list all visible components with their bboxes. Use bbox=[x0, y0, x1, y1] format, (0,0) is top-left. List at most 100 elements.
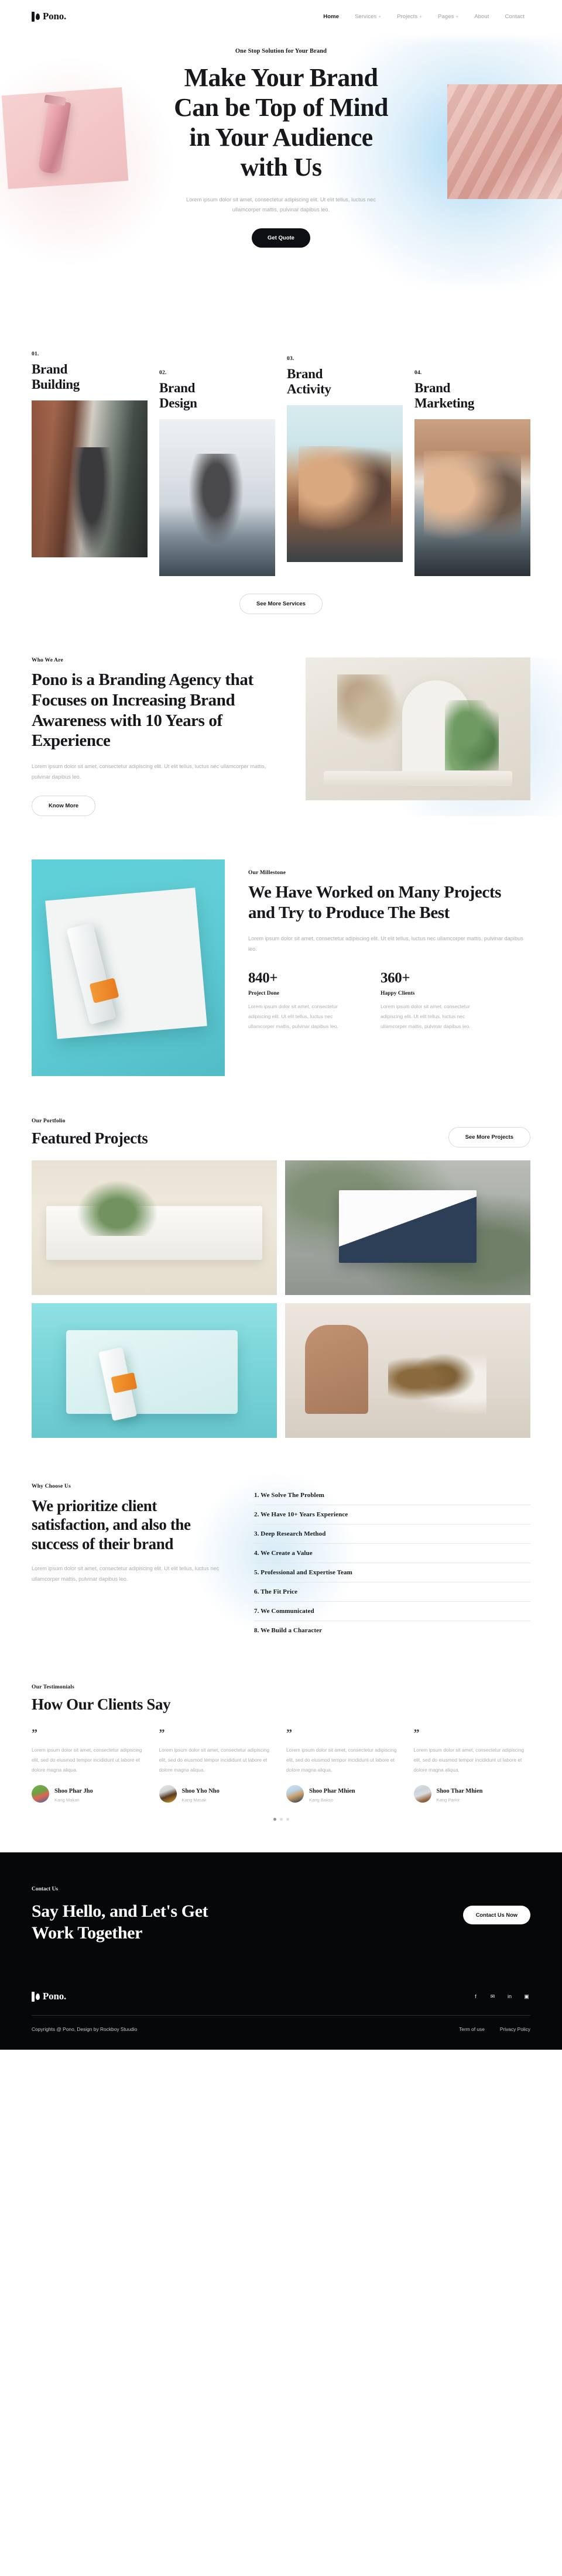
chevron-down-icon: + bbox=[455, 13, 459, 19]
stat-label: Project Done bbox=[248, 990, 279, 996]
testimonial-role: Kang Parkir bbox=[436, 1797, 460, 1803]
why-list-item-2[interactable]: 2. We Have 10+ Years Experience bbox=[254, 1505, 530, 1525]
contact-us-now-button[interactable]: Contact Us Now bbox=[462, 1905, 530, 1924]
service-card-brand-design[interactable]: 02. Brand Design bbox=[159, 351, 275, 576]
main-navigation: Home Services + Projects + Pages + About Co… bbox=[323, 13, 525, 20]
service-title: Brand Activity bbox=[287, 366, 403, 397]
brand-logo[interactable]: Pono. bbox=[32, 11, 66, 22]
portfolio-item-4[interactable] bbox=[285, 1303, 530, 1438]
term-of-use-link[interactable]: Term of use bbox=[459, 2026, 485, 2032]
service-title-line-1: Brand bbox=[32, 362, 68, 376]
service-title-line-2: Building bbox=[32, 376, 80, 392]
quote-icon: ” bbox=[286, 1727, 292, 1741]
testimonials-title: How Our Clients Say bbox=[32, 1695, 171, 1714]
about-label: Who We Are bbox=[32, 657, 63, 663]
testimonial-role: Kang Masak bbox=[181, 1797, 207, 1803]
testimonial-person: Shoo Thar Mhien Kang Parkir bbox=[413, 1784, 529, 1803]
stat-value: 840+ bbox=[248, 970, 278, 986]
portfolio-item-2[interactable] bbox=[285, 1160, 530, 1296]
why-list-item-7[interactable]: 7. We Communicated bbox=[254, 1602, 530, 1622]
avatar bbox=[159, 1784, 177, 1803]
nav-label: Contact bbox=[505, 13, 525, 20]
why-list-item-3[interactable]: 3. Deep Research Method bbox=[254, 1525, 530, 1544]
testimonial-role: Kang Makan bbox=[54, 1797, 80, 1803]
get-quote-button[interactable]: Get Quote bbox=[252, 228, 310, 248]
privacy-policy-link[interactable]: Privacy Policy bbox=[500, 2026, 530, 2032]
milestone-body: Lorem ipsum dolor sit amet, consectetur … bbox=[248, 935, 523, 952]
why-list-item-4[interactable]: 4. We Create a Value bbox=[254, 1544, 530, 1564]
see-more-services-button[interactable]: See More Services bbox=[239, 593, 323, 614]
know-more-button[interactable]: Know More bbox=[32, 796, 96, 817]
portfolio-grid bbox=[32, 1160, 530, 1438]
nav-label: Projects bbox=[397, 13, 418, 20]
service-card-brand-building[interactable]: 01. Brand Building bbox=[32, 351, 148, 557]
why-text-column: Why Choose Us We prioritize client satis… bbox=[32, 1484, 231, 1585]
chevron-down-icon: + bbox=[378, 13, 382, 19]
see-more-projects-button[interactable]: See More Projects bbox=[448, 1127, 530, 1148]
stat-body: Lorem ipsum dolor sit amet, consectetur … bbox=[381, 1003, 471, 1029]
why-list-item-1[interactable]: 1. We Solve The Problem bbox=[254, 1486, 530, 1506]
service-number: 01. bbox=[32, 351, 39, 357]
service-title-line-2: Activity bbox=[287, 381, 331, 396]
nav-item-services[interactable]: Services + bbox=[355, 13, 381, 20]
nav-item-about[interactable]: About bbox=[474, 13, 489, 20]
facebook-icon[interactable]: f bbox=[472, 1993, 479, 2000]
linkedin-icon[interactable]: in bbox=[506, 1993, 513, 2000]
service-title: Brand Building bbox=[32, 362, 148, 392]
stat-happy-clients: 360+ Happy Clients Lorem ipsum dolor sit… bbox=[381, 970, 489, 1032]
chevron-down-icon: + bbox=[419, 13, 422, 19]
quote-icon: ” bbox=[159, 1727, 165, 1741]
carousel-dot-2[interactable] bbox=[279, 1817, 283, 1821]
about-title: Pono is a Branding Agency that Focuses o… bbox=[32, 670, 253, 751]
carousel-dot-3[interactable] bbox=[286, 1817, 289, 1821]
nav-label: Home bbox=[323, 13, 340, 20]
why-list-item-8[interactable]: 8. We Build a Character bbox=[254, 1621, 530, 1640]
nav-label: About bbox=[474, 13, 489, 20]
milestone-image-sunscreen bbox=[32, 859, 225, 1077]
milestone-text-column: Our Millestone We Have Worked on Many Pr… bbox=[248, 859, 530, 1032]
quote-icon: ” bbox=[413, 1727, 420, 1741]
hero-title-line-3: in Your Audience bbox=[189, 123, 373, 152]
nav-item-pages[interactable]: Pages + bbox=[438, 13, 458, 20]
footer-brand-logo[interactable]: Pono. bbox=[32, 1991, 66, 2002]
carousel-dot-1[interactable] bbox=[273, 1817, 276, 1821]
about-cta-wrap: Know More bbox=[32, 796, 285, 817]
twitter-icon[interactable]: ✉ bbox=[489, 1993, 496, 2000]
services-section: 01. Brand Building 02. Brand Design 03. … bbox=[0, 320, 562, 614]
service-title-line-1: Brand bbox=[414, 381, 451, 395]
hero-title-line-1: Make Your Brand bbox=[184, 63, 378, 92]
testimonial-card-2: ” Lorem ipsum dolor sit amet, consectetu… bbox=[159, 1727, 276, 1803]
stat-value: 360+ bbox=[381, 970, 410, 986]
milestone-image-paper bbox=[45, 888, 208, 1039]
why-list-item-5[interactable]: 5. Professional and Expertise Team bbox=[254, 1563, 530, 1583]
portfolio-item-1[interactable] bbox=[32, 1160, 277, 1296]
service-image-brand-building bbox=[32, 400, 148, 557]
why-list: 1. We Solve The Problem 2. We Have 10+ Y… bbox=[254, 1484, 530, 1640]
service-card-brand-marketing[interactable]: 04. Brand Marketing bbox=[414, 351, 530, 576]
nav-item-home[interactable]: Home bbox=[323, 13, 339, 20]
why-list-item-6[interactable]: 6. The Fit Price bbox=[254, 1582, 530, 1602]
site-footer: Pono. f ✉ in ▣ Copyrights @ Pono, Design… bbox=[0, 1975, 562, 2050]
about-section: Who We Are Pono is a Branding Agency tha… bbox=[0, 657, 562, 817]
testimonial-person: Shoo Phar Mhien Kang Bakso bbox=[286, 1784, 401, 1803]
service-title-line-2: Design bbox=[159, 395, 197, 410]
hero-title-line-2: Can be Top of Mind bbox=[174, 93, 388, 122]
testimonial-name: Shoo Phar Jho bbox=[54, 1787, 93, 1794]
testimonial-text: Lorem ipsum dolor sit amet, consectetur … bbox=[159, 1747, 270, 1773]
service-title-line-2: Marketing bbox=[414, 395, 475, 410]
about-image-podium-base bbox=[323, 770, 513, 786]
nav-item-contact[interactable]: Contact bbox=[505, 13, 525, 20]
service-image-brand-design bbox=[159, 419, 275, 576]
why-title: We prioritize client satisfaction, and a… bbox=[32, 1497, 191, 1553]
service-number: 03. bbox=[287, 356, 294, 362]
hero-title-line-4: with Us bbox=[240, 153, 322, 182]
instagram-icon[interactable]: ▣ bbox=[523, 1993, 530, 2000]
service-card-brand-activity[interactable]: 03. Brand Activity bbox=[287, 351, 403, 562]
portfolio-item-3[interactable] bbox=[32, 1303, 277, 1438]
nav-item-projects[interactable]: Projects + bbox=[397, 13, 422, 20]
portfolio-label: Our Portfolio bbox=[32, 1118, 66, 1125]
testimonial-name: Shoo Thar Mhien bbox=[436, 1787, 483, 1794]
footer-links: Term of use Privacy Policy bbox=[459, 2026, 530, 2032]
testimonials-grid: ” Lorem ipsum dolor sit amet, consectetu… bbox=[32, 1727, 530, 1803]
carousel-dots bbox=[32, 1817, 530, 1821]
